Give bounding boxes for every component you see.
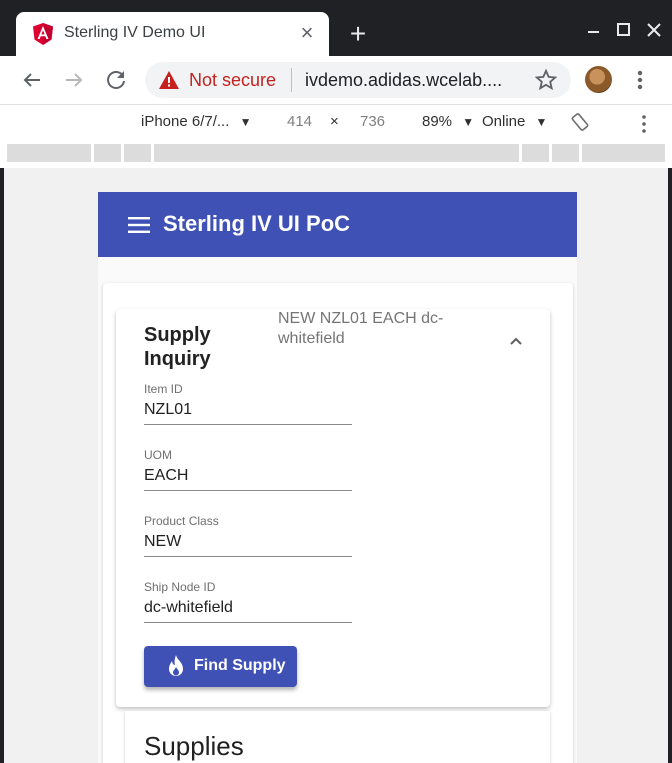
supplies-title: Supplies [144,731,244,761]
window-close-icon[interactable] [640,16,670,46]
rotate-icon[interactable] [570,112,590,132]
height-input[interactable]: 736 [360,113,385,130]
chevron-down-icon: ▼ [462,115,475,129]
field-label: Ship Node ID [144,580,216,594]
field-label: Item ID [144,382,183,396]
menu-icon[interactable] [128,216,150,234]
product-class-input[interactable]: NEW [144,530,352,556]
media-query-segment[interactable] [552,144,579,162]
chevron-down-icon: ▼ [239,115,252,129]
media-query-segment[interactable] [7,144,91,162]
tab-title: Sterling IV Demo UI [64,24,206,41]
address-bar[interactable]: Not secure ivdemo.adidas.wcelab.... [145,62,571,98]
more-options-icon[interactable] [636,113,652,135]
zoom-select[interactable]: 89% ▼ [422,113,474,130]
field-label: Product Class [144,514,219,528]
item-id-input[interactable]: NZL01 [144,398,352,424]
panel-title[interactable]: Supply Inquiry [144,323,264,371]
product-class-field[interactable]: Product Class NEW [144,514,352,557]
panel-description: NEW NZL01 EACH dc-whitefield [278,310,444,347]
maximize-icon[interactable] [610,16,640,46]
network-select[interactable]: Online ▼ [482,113,547,130]
zoom-select-label: 89% [422,113,453,130]
angular-icon [33,23,53,45]
minimize-icon[interactable] [580,16,610,46]
field-underline [144,622,352,623]
profile-avatar[interactable] [585,66,612,93]
app-title: Sterling IV UI PoC [163,211,351,236]
media-query-segment[interactable] [522,144,549,162]
media-query-segment[interactable] [124,144,151,162]
ship-node-id-input[interactable]: dc-whitefield [144,596,352,622]
dimension-separator: × [330,113,339,130]
supplies-card: Supplies [125,711,550,763]
app-toolbar: Sterling IV UI PoC [98,192,577,257]
field-label: UOM [144,448,172,462]
browser-tab[interactable]: Sterling IV Demo UI × [16,12,329,56]
close-tab-icon[interactable]: × [295,21,319,45]
device-viewport: Sterling IV UI PoC Supply Inquiry NEW NZ… [98,192,577,763]
url-text[interactable]: ivdemo.adidas.wcelab.... [305,70,502,91]
supply-inquiry-panel: Supply Inquiry NEW NZL01 EACH dc-whitefi… [116,309,550,707]
ship-node-id-field[interactable]: Ship Node ID dc-whitefield [144,580,352,623]
width-input[interactable]: 414 [287,113,312,130]
media-query-segment[interactable] [94,144,121,162]
kebab-menu-icon[interactable] [628,66,652,94]
reload-icon[interactable] [102,66,130,94]
tab-strip: Sterling IV Demo UI × + [0,0,672,56]
device-select[interactable]: iPhone 6/7/... ▼ [141,113,251,130]
field-underline [144,424,352,425]
chevron-up-icon[interactable] [508,333,524,349]
media-query-segment[interactable] [154,144,519,162]
new-tab-button[interactable]: + [344,20,372,48]
forward-icon[interactable] [60,66,88,94]
network-select-label: Online [482,113,526,130]
device-select-label: iPhone 6/7/... [141,113,230,130]
back-icon[interactable] [18,66,46,94]
browser-toolbar: Not secure ivdemo.adidas.wcelab.... [0,56,672,104]
star-icon[interactable] [535,69,557,91]
find-supply-label: Find Supply [194,657,286,674]
media-query-segment[interactable] [582,144,665,162]
field-underline [144,556,352,557]
media-query-bar [0,140,672,168]
find-supply-button[interactable]: Find Supply [144,646,297,687]
device-toolbar: iPhone 6/7/... ▼ 414 × 736 89% ▼ Online … [0,104,672,140]
item-id-field[interactable]: Item ID NZL01 [144,382,352,425]
warning-icon [159,71,179,89]
chevron-down-icon: ▼ [535,115,548,129]
field-underline [144,490,352,491]
security-label[interactable]: Not secure [189,70,276,91]
fire-icon [169,655,183,676]
divider [291,68,292,92]
uom-field[interactable]: UOM EACH [144,448,352,491]
uom-input[interactable]: EACH [144,464,352,490]
